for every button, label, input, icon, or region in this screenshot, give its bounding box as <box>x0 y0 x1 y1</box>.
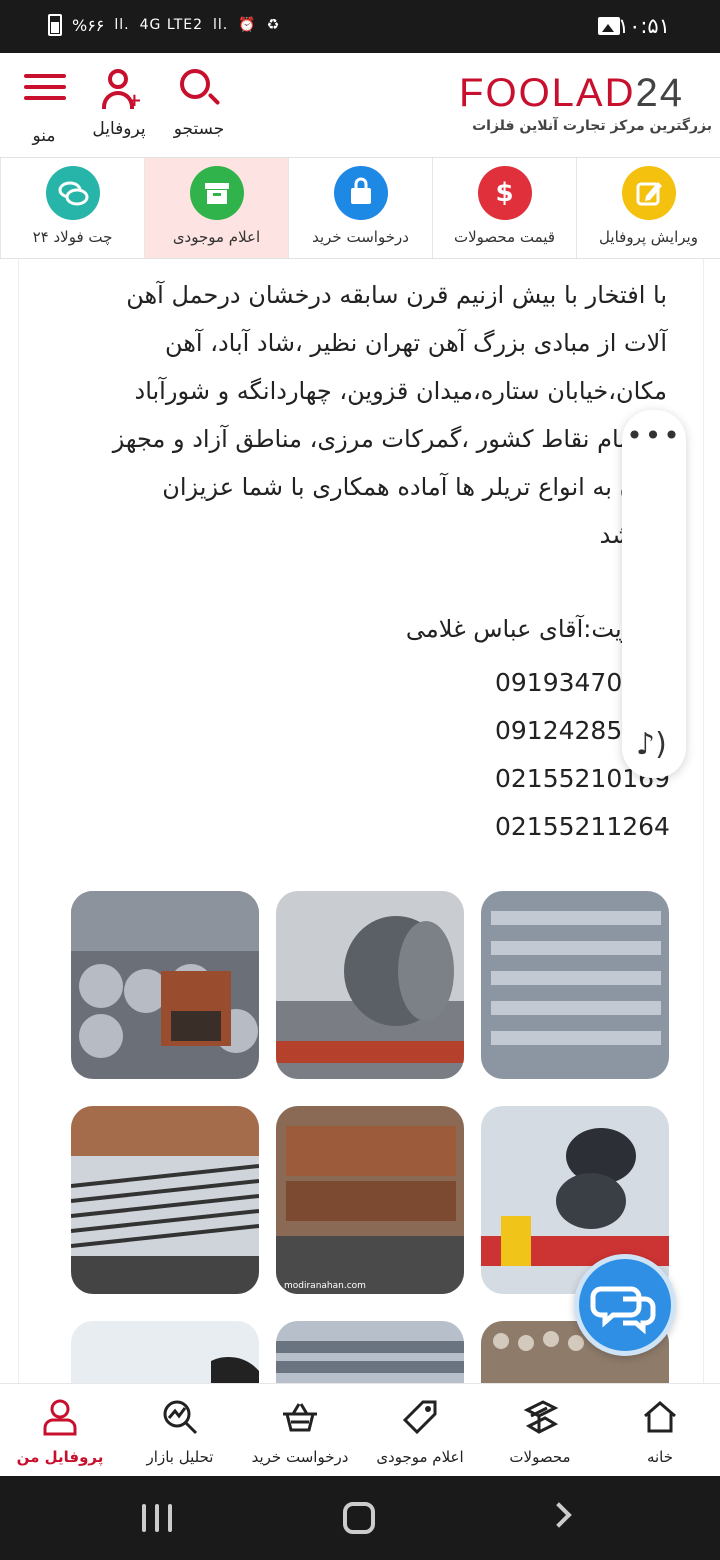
signal-icon: ll. <box>114 17 130 33</box>
photo-watermark: modiranahan.com <box>284 1281 366 1291</box>
foolad24-logo[interactable]: FOOLAD24 <box>459 71 684 116</box>
chat-fab-button[interactable] <box>574 1254 676 1356</box>
nav-market[interactable]: تحلیل بازار <box>120 1384 240 1476</box>
profile-label: پروفایل <box>92 119 146 139</box>
home-icon <box>644 1401 676 1433</box>
tile-label: قیمت محصولات <box>453 228 555 246</box>
nav-purchase[interactable]: درخواست خرید <box>240 1384 360 1476</box>
alarm-icon: ⏰ <box>238 17 257 33</box>
search-button[interactable]: جستجو <box>164 67 234 139</box>
photo-pipe-large[interactable] <box>71 1321 259 1383</box>
back-button[interactable] <box>546 1502 572 1528</box>
quick-actions: ویرایش پروفایل $ قیمت محصولات درخواست خر… <box>0 158 720 259</box>
chat-bubbles-icon <box>590 1286 656 1335</box>
market-analysis-icon <box>163 1400 198 1435</box>
home-button[interactable] <box>343 1502 375 1534</box>
recycle-icon: ♻ <box>266 17 281 33</box>
description-line: بودن به انواع تریلر ها آماده همکاری با ش… <box>162 473 667 501</box>
description-line: آلات از مبادی بزرگ آهن تهران نظیر ،شاد آ… <box>164 329 667 357</box>
photo-steel-billets[interactable] <box>481 891 669 1079</box>
company-description: با افتخار با بیش ازنیم قرن سابقه درخشان … <box>37 271 667 559</box>
company-detail: با افتخار با بیش ازنیم قرن سابقه درخشان … <box>18 259 704 1383</box>
photo-coils-trucks[interactable] <box>71 891 259 1079</box>
music-note-icon[interactable]: ♪) <box>636 727 667 762</box>
nav-label: درخواست خرید <box>251 1448 349 1466</box>
battery-level: %۶۶ <box>72 15 105 35</box>
photo-steel-beams-truck[interactable]: modiranahan.com <box>276 1106 464 1294</box>
description-line: با افتخار با بیش ازنیم قرن سابقه درخشان … <box>126 281 667 309</box>
shopping-bag-icon <box>333 166 388 220</box>
description-line: به تمام نقاط کشور ،گمرکات مرزی، مناطق آز… <box>112 425 667 453</box>
logo-number: 24 <box>635 71 684 115</box>
system-navigation-bar <box>0 1476 720 1560</box>
status-left: %۶۶ ll. 4G LTE2 ll. ⏰ ♻ <box>48 14 280 36</box>
status-bar: %۶۶ ll. 4G LTE2 ll. ⏰ ♻ ۱۰:۵۱ <box>0 0 720 53</box>
nav-label: محصولات <box>509 1448 571 1466</box>
hamburger-icon <box>22 74 68 120</box>
logo-text: FOOLAD <box>459 71 636 115</box>
signal-icon-2: ll. <box>213 17 229 33</box>
steel-beam-icon <box>523 1400 559 1434</box>
clock: ۱۰:۵۱ <box>617 14 670 38</box>
profile-button[interactable]: + پروفایل <box>86 67 152 139</box>
user-icon <box>43 1399 77 1436</box>
more-options-icon[interactable]: ••• <box>622 422 686 450</box>
photo-steel-profiles[interactable] <box>276 1321 464 1383</box>
nav-stock[interactable]: اعلام موجودی <box>360 1384 480 1476</box>
nav-label: خانه <box>646 1448 674 1466</box>
nav-label: پروفایل من <box>16 1448 104 1466</box>
nav-home[interactable]: خانه <box>600 1384 720 1476</box>
tagline: بزرگترین مرکز تجارت آنلاین فلزات <box>472 118 712 134</box>
tile-product-prices[interactable]: $ قیمت محصولات <box>432 158 576 258</box>
menu-button[interactable]: منو <box>22 67 66 146</box>
battery-icon <box>48 14 62 36</box>
tile-edit-profile[interactable]: ویرایش پروفایل <box>576 158 720 258</box>
bottom-navigation: خانه محصولات اعلام موجودی درخواست خرید ت… <box>0 1383 720 1476</box>
nav-products[interactable]: محصولات <box>480 1384 600 1476</box>
dollar-icon: $ <box>477 166 532 220</box>
chat-icon <box>45 166 100 220</box>
nav-label: تحلیل بازار <box>146 1448 214 1466</box>
search-icon <box>176 67 222 113</box>
photo-steel-coil-truck[interactable] <box>276 891 464 1079</box>
tile-label: درخواست خرید <box>312 228 409 246</box>
nav-my-profile[interactable]: پروفایل من <box>0 1384 120 1476</box>
tile-label: اعلام موجودی <box>172 228 261 246</box>
edit-icon <box>621 166 676 220</box>
tile-purchase-request[interactable]: درخواست خرید <box>288 158 432 258</box>
tile-label: ویرایش پروفایل <box>599 228 698 246</box>
recents-button[interactable] <box>142 1504 172 1532</box>
tile-label: چت فولاد ۲۴ <box>32 228 113 246</box>
floating-audio-widget[interactable]: ••• ♪) <box>622 410 686 778</box>
search-label: جستجو <box>173 119 225 139</box>
gallery-icon <box>598 17 620 35</box>
tile-stock-announcement[interactable]: اعلام موجودی <box>144 158 288 258</box>
phone-number[interactable]: 02155211264 <box>495 803 670 851</box>
add-user-icon: + <box>96 67 142 113</box>
nav-label: اعلام موجودی <box>376 1448 464 1466</box>
app-header: منو + پروفایل جستجو FOOLAD24 بزرگترین مر… <box>0 53 720 158</box>
basket-icon <box>283 1403 317 1432</box>
tile-chat[interactable]: چت فولاد ۲۴ <box>0 158 144 258</box>
network-type: 4G LTE2 <box>139 17 204 33</box>
tag-icon <box>402 1400 437 1435</box>
photo-rebar-truck[interactable] <box>71 1106 259 1294</box>
archive-icon <box>189 166 244 220</box>
menu-label: منو <box>32 126 56 146</box>
description-line: مکان،خیابان ستاره،میدان قزوین، چهاردانگه… <box>134 377 668 405</box>
description-line: میباشد <box>37 511 667 559</box>
